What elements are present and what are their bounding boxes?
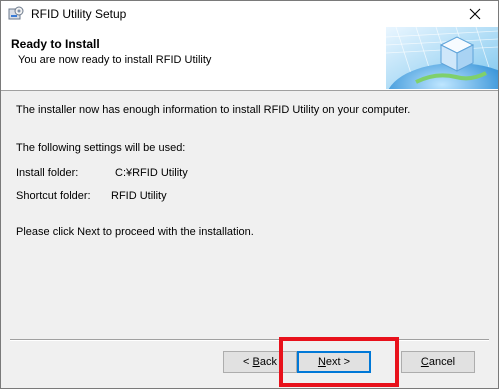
- globe-cube-banner: [386, 27, 498, 89]
- back-label-mnemonic: B: [252, 356, 260, 368]
- close-icon: [469, 8, 481, 20]
- button-separator: [10, 339, 489, 341]
- page-title: Ready to Install: [11, 37, 100, 51]
- info-text: The installer now has enough information…: [16, 104, 411, 116]
- install-folder-value: C:¥RFID Utility: [115, 167, 188, 179]
- next-button-highlight: [279, 337, 399, 387]
- installer-icon: [8, 6, 24, 22]
- shortcut-folder-label: Shortcut folder:: [16, 190, 91, 202]
- setup-window: RFID Utility Setup Ready to Install You …: [0, 0, 499, 389]
- back-label-rest: ack: [259, 356, 277, 368]
- cancel-label-mnemonic: C: [420, 356, 429, 368]
- install-folder-label: Install folder:: [16, 167, 79, 179]
- page-subtitle: You are now ready to install RFID Utilit…: [18, 54, 212, 66]
- proceed-text: Please click Next to proceed with the in…: [16, 226, 254, 238]
- title-bar: RFID Utility Setup: [1, 1, 498, 27]
- settings-heading: The following settings will be used:: [16, 142, 186, 154]
- shortcut-folder-value: RFID Utility: [111, 190, 167, 202]
- close-button[interactable]: [452, 1, 498, 27]
- cancel-button[interactable]: Cancel: [401, 351, 475, 373]
- cancel-label-rest: ancel: [428, 356, 456, 368]
- back-label-prefix: <: [243, 356, 253, 368]
- header-panel: Ready to Install You are now ready to in…: [1, 27, 498, 91]
- window-title: RFID Utility Setup: [31, 7, 127, 21]
